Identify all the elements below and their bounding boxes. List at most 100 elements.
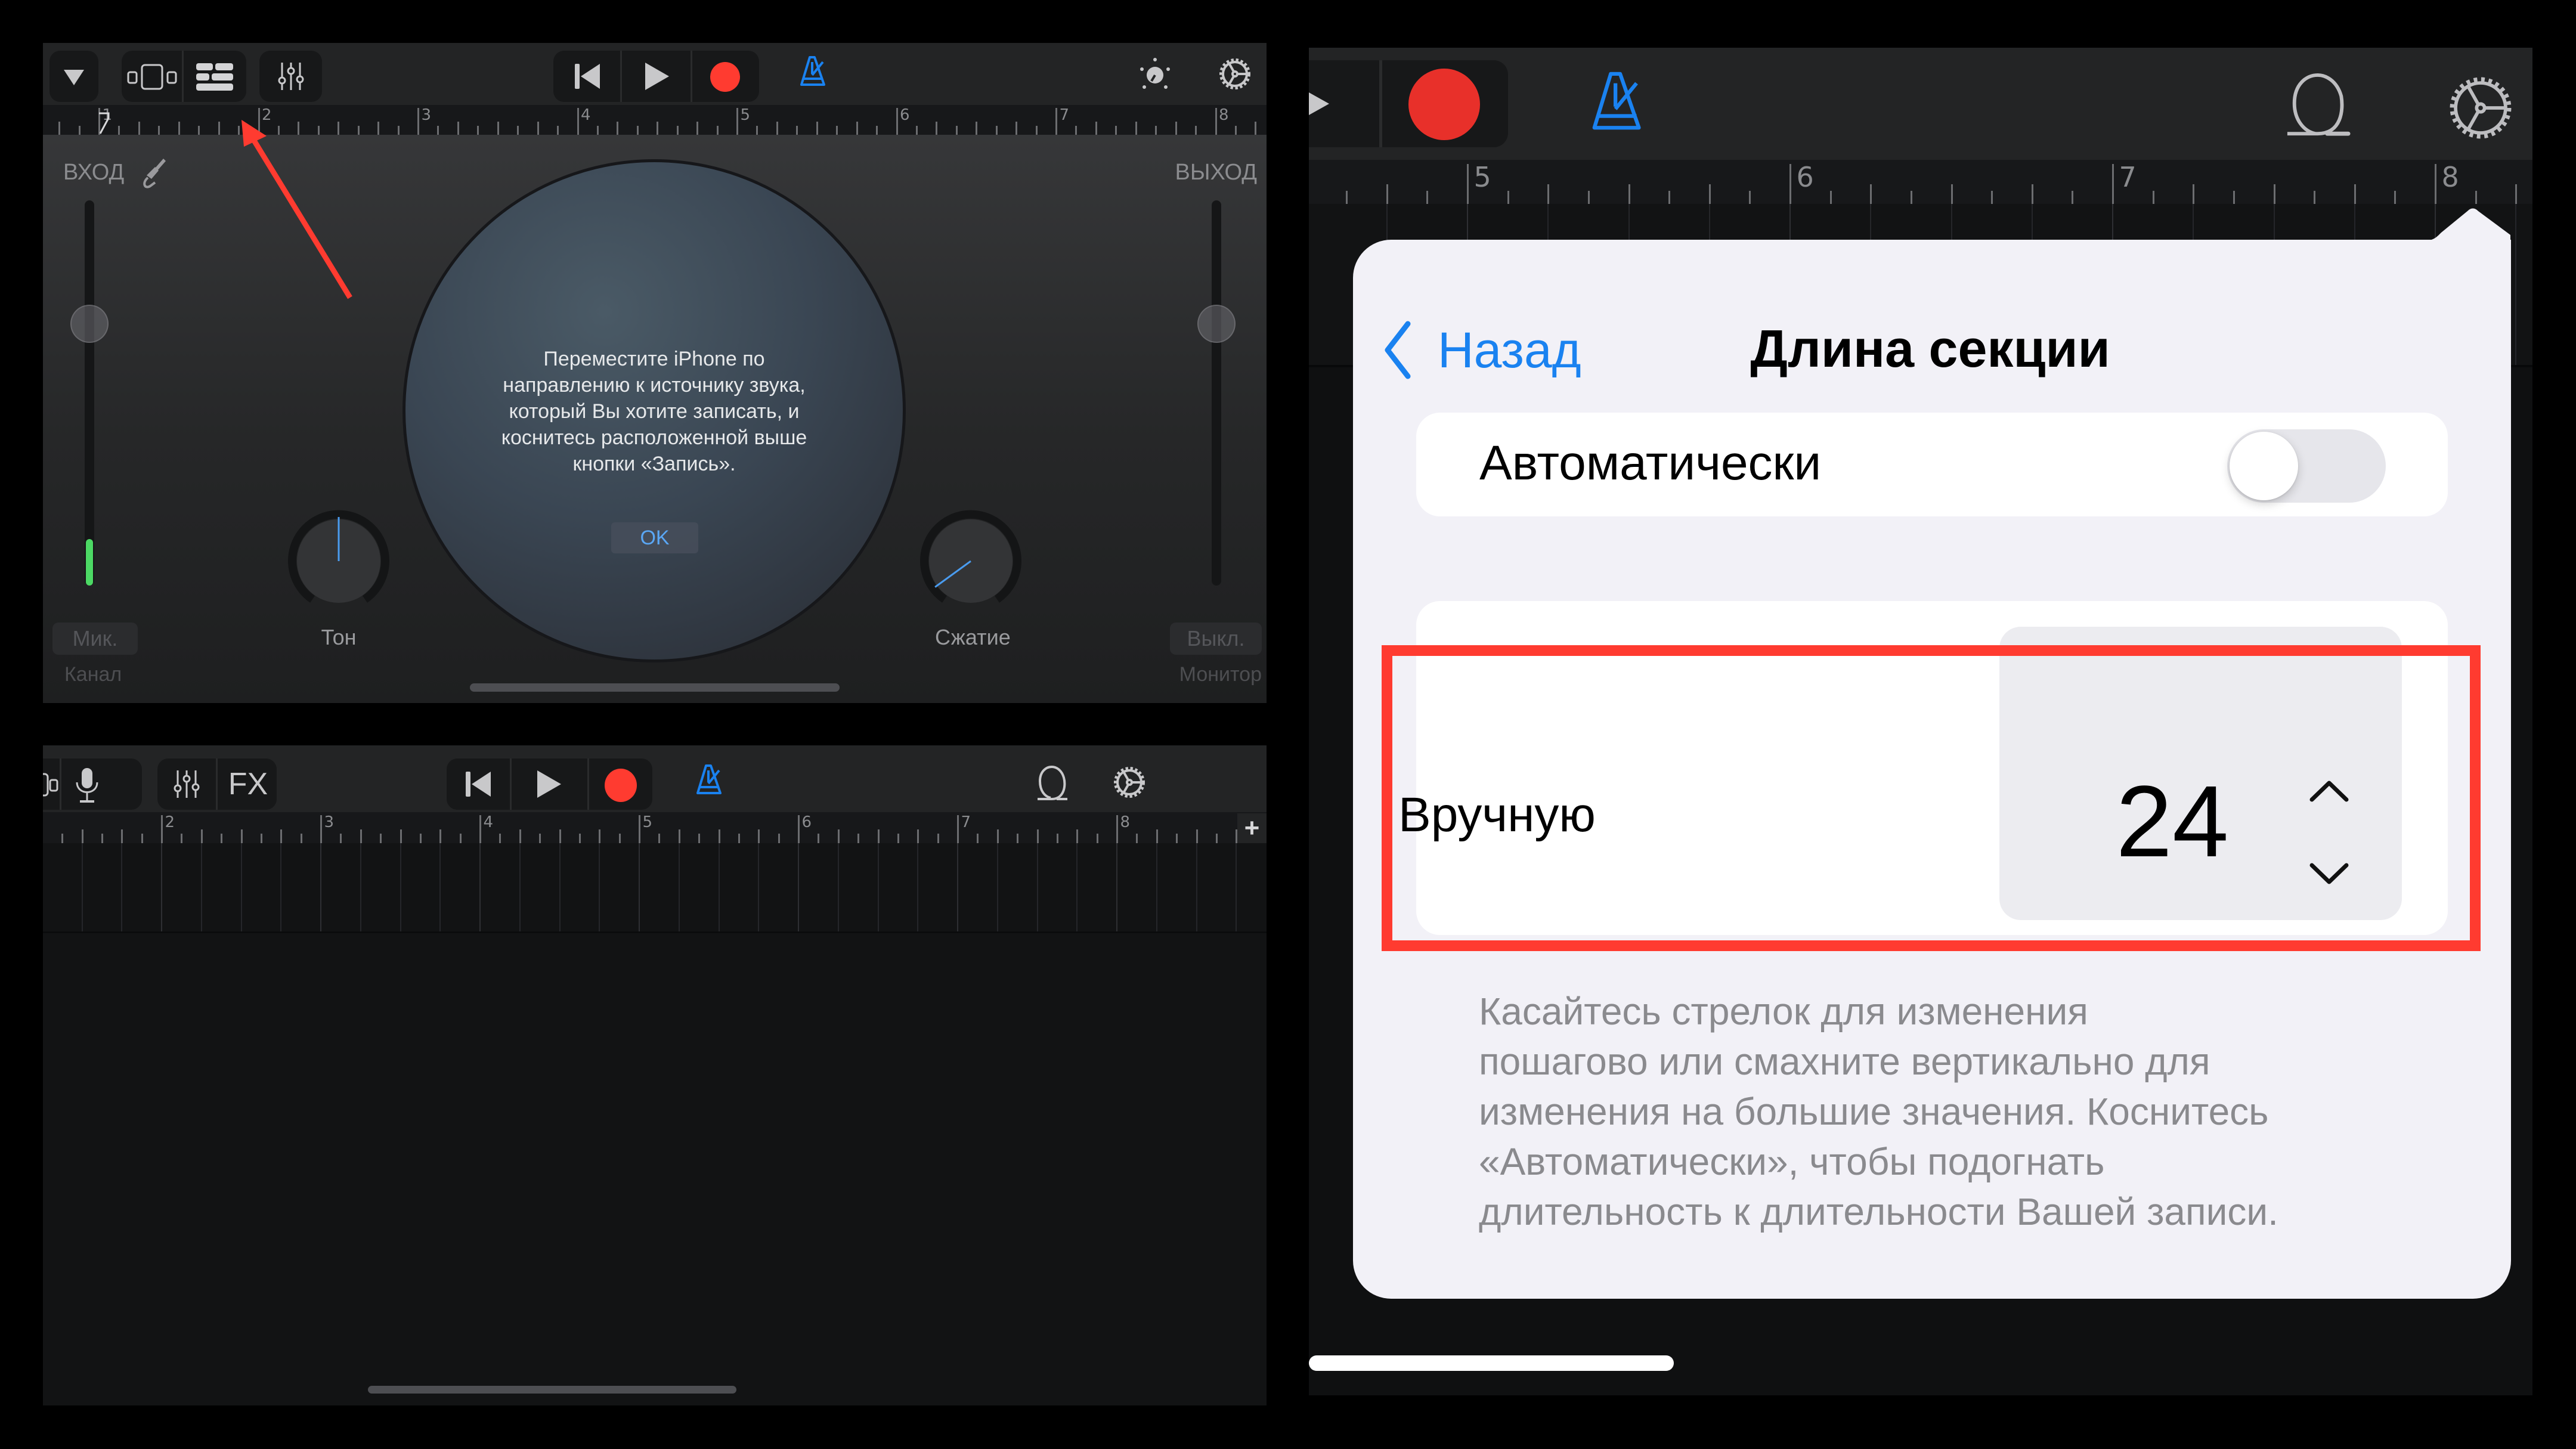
- rewind-button[interactable]: [574, 63, 601, 90]
- ruler-tick: [1155, 126, 1157, 135]
- back-button[interactable]: Назад: [1383, 317, 1581, 383]
- play-button[interactable]: [644, 61, 670, 91]
- record-button[interactable]: [710, 61, 741, 92]
- tracks-dropdown-button[interactable]: [49, 51, 98, 102]
- chevron-down-icon[interactable]: [2309, 862, 2349, 886]
- play-button[interactable]: [1309, 90, 1332, 117]
- lane-grid-line: [678, 843, 680, 931]
- ruler-tick: [2354, 184, 2356, 204]
- ruler-tick: [519, 829, 521, 843]
- track-lane[interactable]: [43, 843, 1267, 931]
- ruler-bar-number: 6: [801, 813, 812, 831]
- input-level-slider[interactable]: [70, 200, 109, 586]
- metronome-button[interactable]: [798, 55, 831, 88]
- ruler-tick: [360, 829, 362, 843]
- ruler-bar-line: [577, 108, 579, 135]
- ruler-tick: [221, 834, 223, 843]
- ruler-bar-line: [957, 815, 959, 843]
- manual-length-label: Вручную: [1398, 788, 1596, 842]
- transport-group: [553, 51, 759, 102]
- lane-grid-line: [877, 843, 879, 931]
- settings-gear-button[interactable]: [2444, 72, 2517, 144]
- rewind-button[interactable]: [465, 770, 492, 798]
- ruler-tick: [121, 829, 123, 843]
- record-button[interactable]: [1408, 68, 1481, 141]
- mixer-button[interactable]: [172, 769, 202, 799]
- message-line: кнопки «Запись».: [572, 453, 736, 475]
- playhead-marker[interactable]: [98, 112, 111, 135]
- ruler-tick: [578, 834, 581, 843]
- timeline-ruler[interactable]: 2 3 4 5 6 7 8: [43, 812, 1267, 843]
- settings-gear-button[interactable]: [1216, 55, 1254, 93]
- ruler-tick: [557, 126, 559, 135]
- ok-button[interactable]: OK: [611, 522, 698, 553]
- ruler-tick: [716, 126, 719, 135]
- ruler-tick: [955, 126, 958, 135]
- ruler-tick: [756, 126, 758, 135]
- tone-knob[interactable]: [286, 510, 391, 615]
- ruler-tick: [477, 126, 479, 135]
- record-button[interactable]: [604, 768, 637, 803]
- ruler-tick: [439, 829, 442, 843]
- ruler-tick: [1870, 184, 1872, 204]
- ruler-tick: [676, 126, 679, 135]
- loop-button[interactable]: [2280, 73, 2356, 138]
- tracks-list-button[interactable]: [196, 63, 233, 91]
- back-label: Назад: [1438, 321, 1581, 378]
- monitor-button[interactable]: Выкл.: [1170, 623, 1262, 655]
- channel-button[interactable]: Мик.: [52, 623, 138, 655]
- output-slider-knob[interactable]: [1197, 304, 1236, 343]
- ruler-tick: [1075, 126, 1078, 135]
- ruler-tick: [976, 121, 978, 135]
- help-line: длительность к длительности Вашей записи…: [1479, 1190, 2278, 1233]
- input-level-meter: [86, 539, 93, 586]
- auto-length-toggle[interactable]: [2227, 429, 2386, 503]
- tuner-knob-button[interactable]: [1137, 56, 1173, 92]
- play-button[interactable]: [536, 769, 562, 799]
- ruler-tick: [419, 834, 422, 843]
- ruler-tick: [596, 126, 599, 135]
- timeline-ruler[interactable]: 5 6 7 8: [1309, 160, 2532, 204]
- microphone-button[interactable]: [74, 767, 100, 804]
- length-stepper[interactable]: 24: [1999, 627, 2402, 920]
- lane-grid-line: [400, 843, 401, 931]
- ruler-bar-number: 7: [961, 813, 971, 831]
- lane-grid-line: [639, 843, 640, 931]
- metronome-button[interactable]: [694, 763, 727, 797]
- output-level-slider[interactable]: [1197, 200, 1236, 586]
- ruler-tick: [499, 834, 501, 843]
- timeline-ruler[interactable]: 12345678: [43, 105, 1267, 135]
- loop-button[interactable]: [1033, 766, 1071, 801]
- ruler-tick: [658, 834, 661, 843]
- ruler-tick: [2193, 184, 2195, 204]
- ruler-tick: [1135, 121, 1137, 135]
- chevron-up-icon[interactable]: [2309, 779, 2349, 803]
- settings-gear-button[interactable]: [1110, 763, 1148, 801]
- compression-knob[interactable]: [918, 510, 1023, 615]
- sliders-icon: [276, 61, 306, 91]
- add-section-button[interactable]: +: [1237, 813, 1267, 843]
- lane-grid-line: [798, 843, 799, 931]
- compression-knob-label: Сжатие: [935, 625, 1011, 649]
- ruler-tick: [537, 121, 539, 135]
- track-view-button[interactable]: [126, 64, 178, 90]
- ruler-tick: [397, 126, 400, 135]
- input-jack-icon[interactable]: [140, 157, 167, 190]
- metronome-button[interactable]: [1587, 69, 1653, 135]
- ruler-bar-number: 3: [421, 106, 432, 124]
- track-view-button[interactable]: [43, 772, 60, 798]
- ruler-tick: [698, 834, 701, 843]
- ruler-tick: [776, 121, 778, 135]
- ruler-tick: [497, 121, 499, 135]
- toolbar: [43, 43, 1267, 105]
- mixer-button[interactable]: [259, 51, 322, 102]
- ruler-tick: [338, 121, 340, 135]
- ruler-bar-number: 4: [581, 106, 591, 124]
- ruler-tick: [517, 126, 519, 135]
- fx-button[interactable]: FX: [224, 767, 272, 801]
- input-slider-knob[interactable]: [70, 304, 109, 343]
- ruler-bar-line: [258, 108, 260, 135]
- ruler-tick: [758, 829, 760, 843]
- ruler-tick: [917, 829, 919, 843]
- ruler-tick: [837, 829, 840, 843]
